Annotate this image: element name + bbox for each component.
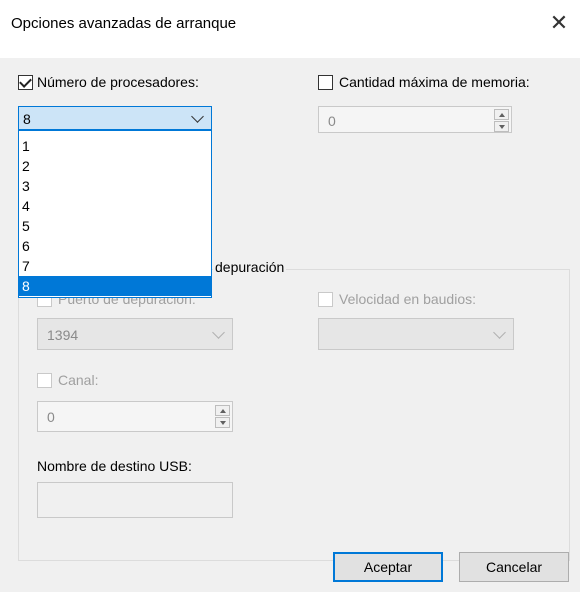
channel-value: 0 (47, 409, 55, 425)
dialog-title: Opciones avanzadas de arranque (11, 15, 237, 32)
arrow-up-icon (220, 409, 226, 413)
memory-value: 0 (328, 113, 336, 129)
debug-port-value: 1394 (47, 327, 79, 343)
processors-label: Número de procesadores: (37, 74, 199, 90)
processors-option[interactable]: 5 (19, 216, 211, 236)
debug-group-label: depuración (213, 259, 287, 275)
processors-selected-value: 8 (23, 111, 31, 127)
baud-rate-checkbox (318, 292, 333, 307)
baud-rate-label: Velocidad en baudios: (339, 291, 476, 307)
memory-checkbox[interactable] (318, 75, 333, 90)
channel-spinner: 0 (37, 401, 233, 432)
arrow-down-icon (499, 125, 505, 129)
usb-target-input (37, 482, 233, 518)
close-icon[interactable]: ✕ (547, 12, 571, 36)
processors-option[interactable]: 2 (19, 156, 211, 176)
chevron-down-icon (493, 326, 506, 339)
channel-label: Canal: (58, 372, 99, 388)
channel-increment-button (215, 405, 230, 416)
processors-option[interactable]: 7 (19, 256, 211, 276)
processors-dropdown[interactable]: 8 (18, 106, 212, 130)
debug-port-dropdown: 1394 (37, 318, 233, 350)
processors-option-selected[interactable]: 8 (19, 276, 211, 296)
ok-button[interactable]: Aceptar (333, 552, 443, 582)
processors-checkbox[interactable] (18, 75, 33, 90)
processors-option[interactable]: 4 (19, 196, 211, 216)
memory-spinner: 0 (318, 106, 512, 133)
memory-increment-button (494, 109, 509, 120)
processors-dropdown-list[interactable]: 1 2 3 4 5 6 7 8 (18, 130, 212, 298)
memory-decrement-button (494, 121, 509, 132)
channel-decrement-button (215, 417, 230, 428)
arrow-up-icon (499, 113, 505, 117)
chevron-down-icon (191, 110, 204, 123)
usb-target-label: Nombre de destino USB: (37, 458, 192, 474)
baud-rate-dropdown (318, 318, 514, 350)
memory-label: Cantidad máxima de memoria: (339, 74, 530, 90)
cancel-button[interactable]: Cancelar (459, 552, 569, 582)
chevron-down-icon (212, 326, 225, 339)
processors-option[interactable]: 6 (19, 236, 211, 256)
processors-option[interactable]: 1 (19, 136, 211, 156)
channel-checkbox (37, 373, 52, 388)
processors-option[interactable]: 3 (19, 176, 211, 196)
arrow-down-icon (220, 421, 226, 425)
